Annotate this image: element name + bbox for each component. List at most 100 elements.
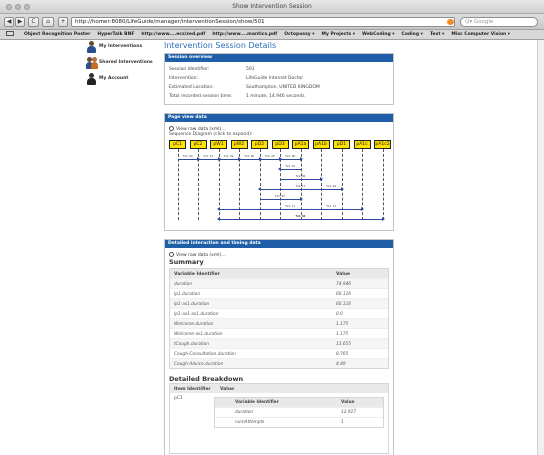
- message-time-label: Tx1: 17: [295, 185, 306, 188]
- sequence-node[interactable]: pC2: [189, 140, 207, 149]
- overview-row: Intervention: LifeGuide Internet Doctor: [165, 74, 393, 83]
- sequence-node[interactable]: pW2: [230, 140, 248, 149]
- summary-table: Variable Identifier Value duration 74.946…: [169, 268, 389, 369]
- column-header-item: Item Identifier: [174, 387, 211, 392]
- back-button[interactable]: ◀: [4, 17, 14, 27]
- variable-cell: numAttempts: [235, 420, 265, 425]
- value-cell: 74.946: [336, 282, 352, 287]
- search-input[interactable]: Q▾ Google: [460, 17, 538, 27]
- detailed-data-panel: Detailed interaction and timing data Vie…: [164, 239, 394, 455]
- sequence-caption: Sequence Diagram (click to expand):: [169, 132, 253, 137]
- overview-key: Total recorded session time:: [169, 94, 233, 99]
- search-icon: [169, 126, 174, 131]
- variable-cell: tCough.duration: [174, 342, 209, 347]
- sequence-node[interactable]: pA1a: [292, 140, 309, 149]
- page-view-panel: Page view data View raw data (xml)... Se…: [164, 113, 394, 231]
- panel-heading: Session overview: [165, 54, 393, 62]
- sequence-node[interactable]: pW1: [210, 140, 227, 149]
- message-time-label: Tx1: 23: [275, 195, 285, 198]
- bookmark-item[interactable]: HyperTalk BNF: [97, 30, 134, 39]
- breakdown-table: Item Identifier Value pC1 Variable Ident…: [169, 383, 389, 454]
- bookmark-item[interactable]: WebCoding ▾: [362, 30, 394, 39]
- reload-button[interactable]: C: [28, 17, 39, 27]
- sidebar-item-label: Shared Interventions: [99, 60, 153, 65]
- value-cell: 1.175: [336, 332, 349, 337]
- value-cell: 12.917: [341, 410, 357, 415]
- variable-cell: duration: [235, 410, 254, 415]
- sequence-node[interactable]: pD2: [251, 140, 268, 149]
- overview-row: Session Identifier: 501: [165, 65, 393, 74]
- overview-value: Southampton, UNITED KINGDOM: [246, 85, 320, 90]
- column-header-value: Value: [341, 400, 355, 405]
- summary-title: Summary: [169, 258, 204, 266]
- sidebar-item-label: My Interventions: [99, 44, 143, 49]
- sequence-message: [218, 157, 241, 161]
- sidebar-item-shared-interventions[interactable]: Shared Interventions: [82, 56, 162, 72]
- address-bar[interactable]: http://homer:8080/LifeGuide/manager/inte…: [71, 17, 455, 27]
- view-raw-data-link[interactable]: View raw data (xml)...: [165, 248, 393, 258]
- column-header-value: Value: [220, 387, 235, 392]
- sidebar-item-my-account[interactable]: My Account: [82, 72, 162, 88]
- table-header: Item Identifier Value: [170, 384, 388, 393]
- sequence-node[interactable]: pC1: [169, 140, 186, 149]
- bookmark-item[interactable]: http://www....ecs/zed.pdf: [141, 30, 205, 39]
- bookmark-item[interactable]: Object Recognition Poster: [24, 30, 90, 39]
- browser-toolbar: ◀ ▶ C ⌂ + http://homer:8080/LifeGuide/ma…: [0, 14, 544, 30]
- sequence-diagram[interactable]: pC1 pC2 pW1 pW2 pD2 pD3 pA1a pA1b pD1 pA1c pA1c2 Tx…: [169, 140, 391, 228]
- table-row: Welcome.duration 1.175: [170, 318, 388, 328]
- bookmark-item[interactable]: My Projects ▾: [322, 30, 356, 39]
- sequence-message: [280, 157, 302, 161]
- message-time-label: Tx1: 04: [223, 155, 234, 158]
- sidebar-item-my-interventions[interactable]: My Interventions: [82, 40, 162, 56]
- rss-icon[interactable]: [447, 19, 454, 25]
- message-time-label: Tx1: 17: [326, 205, 337, 208]
- page-title: Intervention Session Details: [164, 41, 277, 50]
- value-cell: 1: [341, 420, 344, 425]
- message-time-label: Tx1: 00: [295, 175, 306, 178]
- bookmark-item[interactable]: Misc Computer Vision ▾: [451, 30, 510, 39]
- sequence-message: [177, 157, 200, 161]
- window-title: Show Intervention Session: [232, 3, 312, 10]
- bookmarks-bar: Object Recognition Poster HyperTalk BNF ht…: [0, 30, 544, 40]
- variable-cell: Welcome-as1.duration: [174, 332, 223, 337]
- snapback-button[interactable]: ⌂: [42, 17, 54, 27]
- sequence-node[interactable]: pD3: [271, 140, 289, 149]
- sidebar-item-label: My Account: [99, 76, 129, 81]
- sequence-node[interactable]: pD1: [333, 140, 350, 149]
- bookmark-item[interactable]: Text ▾: [430, 30, 444, 39]
- sequence-node[interactable]: pA1c2: [374, 140, 391, 149]
- overview-row: Total recorded session time: 1 minute, 14…: [165, 92, 393, 101]
- account-icon: [86, 73, 96, 85]
- table-row: Cough-Advice.duration 4.89: [170, 358, 388, 368]
- add-bookmark-button[interactable]: +: [58, 17, 68, 27]
- value-cell: 8.765: [336, 352, 349, 357]
- message-time-label: Tx1: 07: [285, 165, 296, 168]
- overview-row: Estimated Location: Southampton, UNITED K…: [165, 83, 393, 92]
- sequence-node[interactable]: pA1c: [353, 140, 371, 149]
- overview-value: LifeGuide Internet Doctor: [246, 76, 304, 81]
- forward-button[interactable]: ▶: [15, 17, 25, 27]
- sequence-node[interactable]: pA1b: [312, 140, 330, 149]
- vertical-scrollbar[interactable]: [537, 40, 544, 455]
- bookmark-item[interactable]: Octopussy ▾: [284, 30, 314, 39]
- sequence-message: [216, 207, 362, 211]
- sequence-message: [259, 157, 282, 161]
- value-cell: 1.175: [336, 322, 349, 327]
- table-row: Cough-Consultation.duration 8.765: [170, 348, 388, 358]
- sequence-message: [239, 157, 261, 161]
- bookmark-item[interactable]: Coding ▾: [402, 30, 423, 39]
- bookmark-item[interactable]: http://www....mantics.pdf: [212, 30, 277, 39]
- item-identifier: pC1: [174, 396, 183, 401]
- value-cell: 60.116: [336, 302, 352, 307]
- column-header-variable: Variable Identifier: [235, 400, 279, 405]
- variable-cell: Cough-Advice.duration: [174, 362, 224, 367]
- message-time-label: Tx1: 06: [244, 155, 255, 158]
- table-row: lp1.duration 60.116: [170, 288, 388, 298]
- users-icon: [86, 57, 98, 69]
- table-row: duration 12.917: [215, 407, 383, 417]
- view-raw-data-link[interactable]: View raw data (xml)...: [165, 122, 393, 132]
- session-overview-panel: Session overview Session Identifier: 501 I…: [164, 53, 394, 105]
- bookmarks-book-icon[interactable]: [6, 31, 14, 36]
- sequence-message: [216, 217, 383, 221]
- table-row: lp1-as1-as1.duration 0.0: [170, 308, 388, 318]
